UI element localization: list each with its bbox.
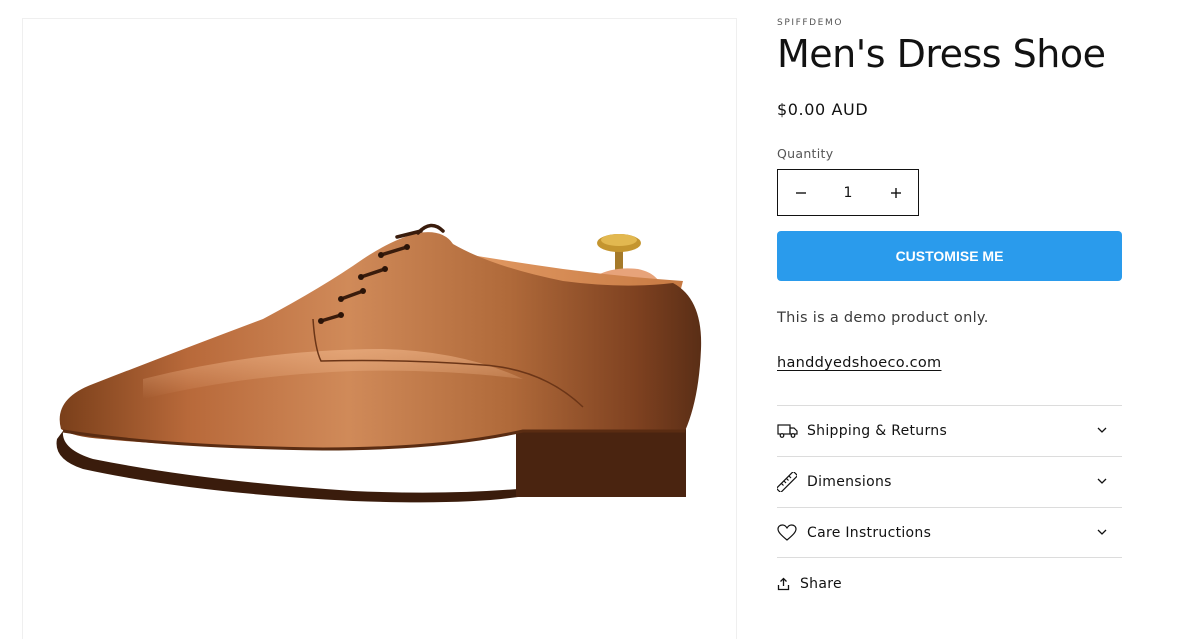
quantity-stepper	[777, 169, 919, 216]
ruler-icon	[777, 471, 799, 493]
accordion-label: Shipping & Returns	[807, 423, 948, 439]
chevron-down-icon	[1097, 529, 1107, 535]
chevron-down-icon	[1097, 478, 1107, 484]
minus-icon	[795, 191, 806, 194]
vendor-label: SPIFFDEMO	[777, 18, 844, 28]
accordion-shipping-returns[interactable]: Shipping & Returns	[777, 405, 1122, 456]
accordion-label: Care Instructions	[807, 524, 932, 541]
vendor-website-link[interactable]: handdyedshoeco.com	[777, 355, 941, 371]
product-media	[22, 18, 737, 639]
quantity-increase-button[interactable]	[873, 170, 918, 215]
product-title: Men's Dress Shoe	[777, 32, 1106, 76]
customise-button[interactable]: CUSTOMISE ME	[777, 231, 1122, 281]
share-button[interactable]: Share	[777, 576, 842, 592]
chevron-down-icon	[1097, 427, 1107, 433]
plus-icon	[890, 187, 901, 198]
quantity-label: Quantity	[777, 146, 834, 161]
product-image[interactable]	[23, 19, 738, 639]
quantity-decrease-button[interactable]	[778, 170, 823, 215]
truck-icon	[777, 420, 799, 442]
accordion-care-instructions[interactable]: Care Instructions	[777, 507, 1122, 558]
product-accordion: Shipping & Returns Dimensions Care Instr…	[777, 405, 1122, 558]
share-icon	[777, 577, 790, 591]
share-label: Share	[800, 576, 842, 592]
accordion-label: Dimensions	[807, 474, 892, 490]
product-description: This is a demo product only.	[777, 310, 989, 326]
product-price: $0.00 AUD	[777, 100, 869, 119]
heart-icon	[777, 522, 799, 544]
accordion-dimensions[interactable]: Dimensions	[777, 456, 1122, 507]
quantity-input[interactable]	[823, 170, 873, 215]
